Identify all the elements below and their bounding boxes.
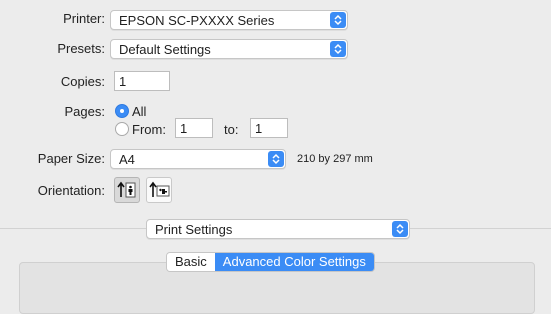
pages-from-value: 1: [180, 121, 188, 136]
printer-popup[interactable]: EPSON SC-PXXXX Series: [110, 10, 348, 30]
popup-stepper-icon: [268, 151, 284, 167]
pages-to-field[interactable]: 1: [250, 118, 288, 138]
settings-tabs: Basic Advanced Color Settings: [166, 252, 375, 272]
portrait-orientation-button[interactable]: [114, 177, 140, 203]
pages-to-value: 1: [255, 121, 263, 136]
paper-size-value: A4: [119, 152, 135, 167]
popup-stepper-icon: [392, 221, 408, 237]
pages-from-field[interactable]: 1: [175, 118, 213, 138]
presets-value: Default Settings: [119, 42, 211, 57]
pages-all-radio[interactable]: [115, 104, 129, 118]
popup-stepper-icon: [330, 12, 346, 28]
pages-label: Pages:: [64, 104, 105, 119]
paper-size-label: Paper Size:: [37, 151, 105, 166]
print-settings-popup[interactable]: Print Settings: [146, 219, 410, 239]
tab-advanced-color-settings[interactable]: Advanced Color Settings: [214, 253, 374, 271]
popup-stepper-icon: [330, 41, 346, 57]
copies-label: Copies:: [60, 74, 105, 89]
pages-to-label: to:: [224, 122, 239, 137]
printer-label: Printer:: [63, 11, 105, 26]
pages-from-label: From:: [132, 122, 166, 137]
paper-dimensions: 210 by 297 mm: [297, 153, 373, 165]
print-settings-value: Print Settings: [155, 222, 233, 237]
copies-field[interactable]: 1: [114, 71, 170, 91]
orientation-label: Orientation:: [37, 183, 105, 198]
paper-size-popup[interactable]: A4: [110, 149, 286, 169]
printer-value: EPSON SC-PXXXX Series: [119, 13, 275, 28]
pages-all-label: All: [132, 104, 147, 119]
landscape-orientation-button[interactable]: [146, 177, 172, 203]
presets-popup[interactable]: Default Settings: [110, 39, 348, 59]
copies-value: 1: [119, 74, 127, 89]
pages-from-radio[interactable]: [115, 122, 129, 136]
presets-label: Presets:: [57, 41, 105, 56]
tab-basic[interactable]: Basic: [167, 253, 215, 271]
